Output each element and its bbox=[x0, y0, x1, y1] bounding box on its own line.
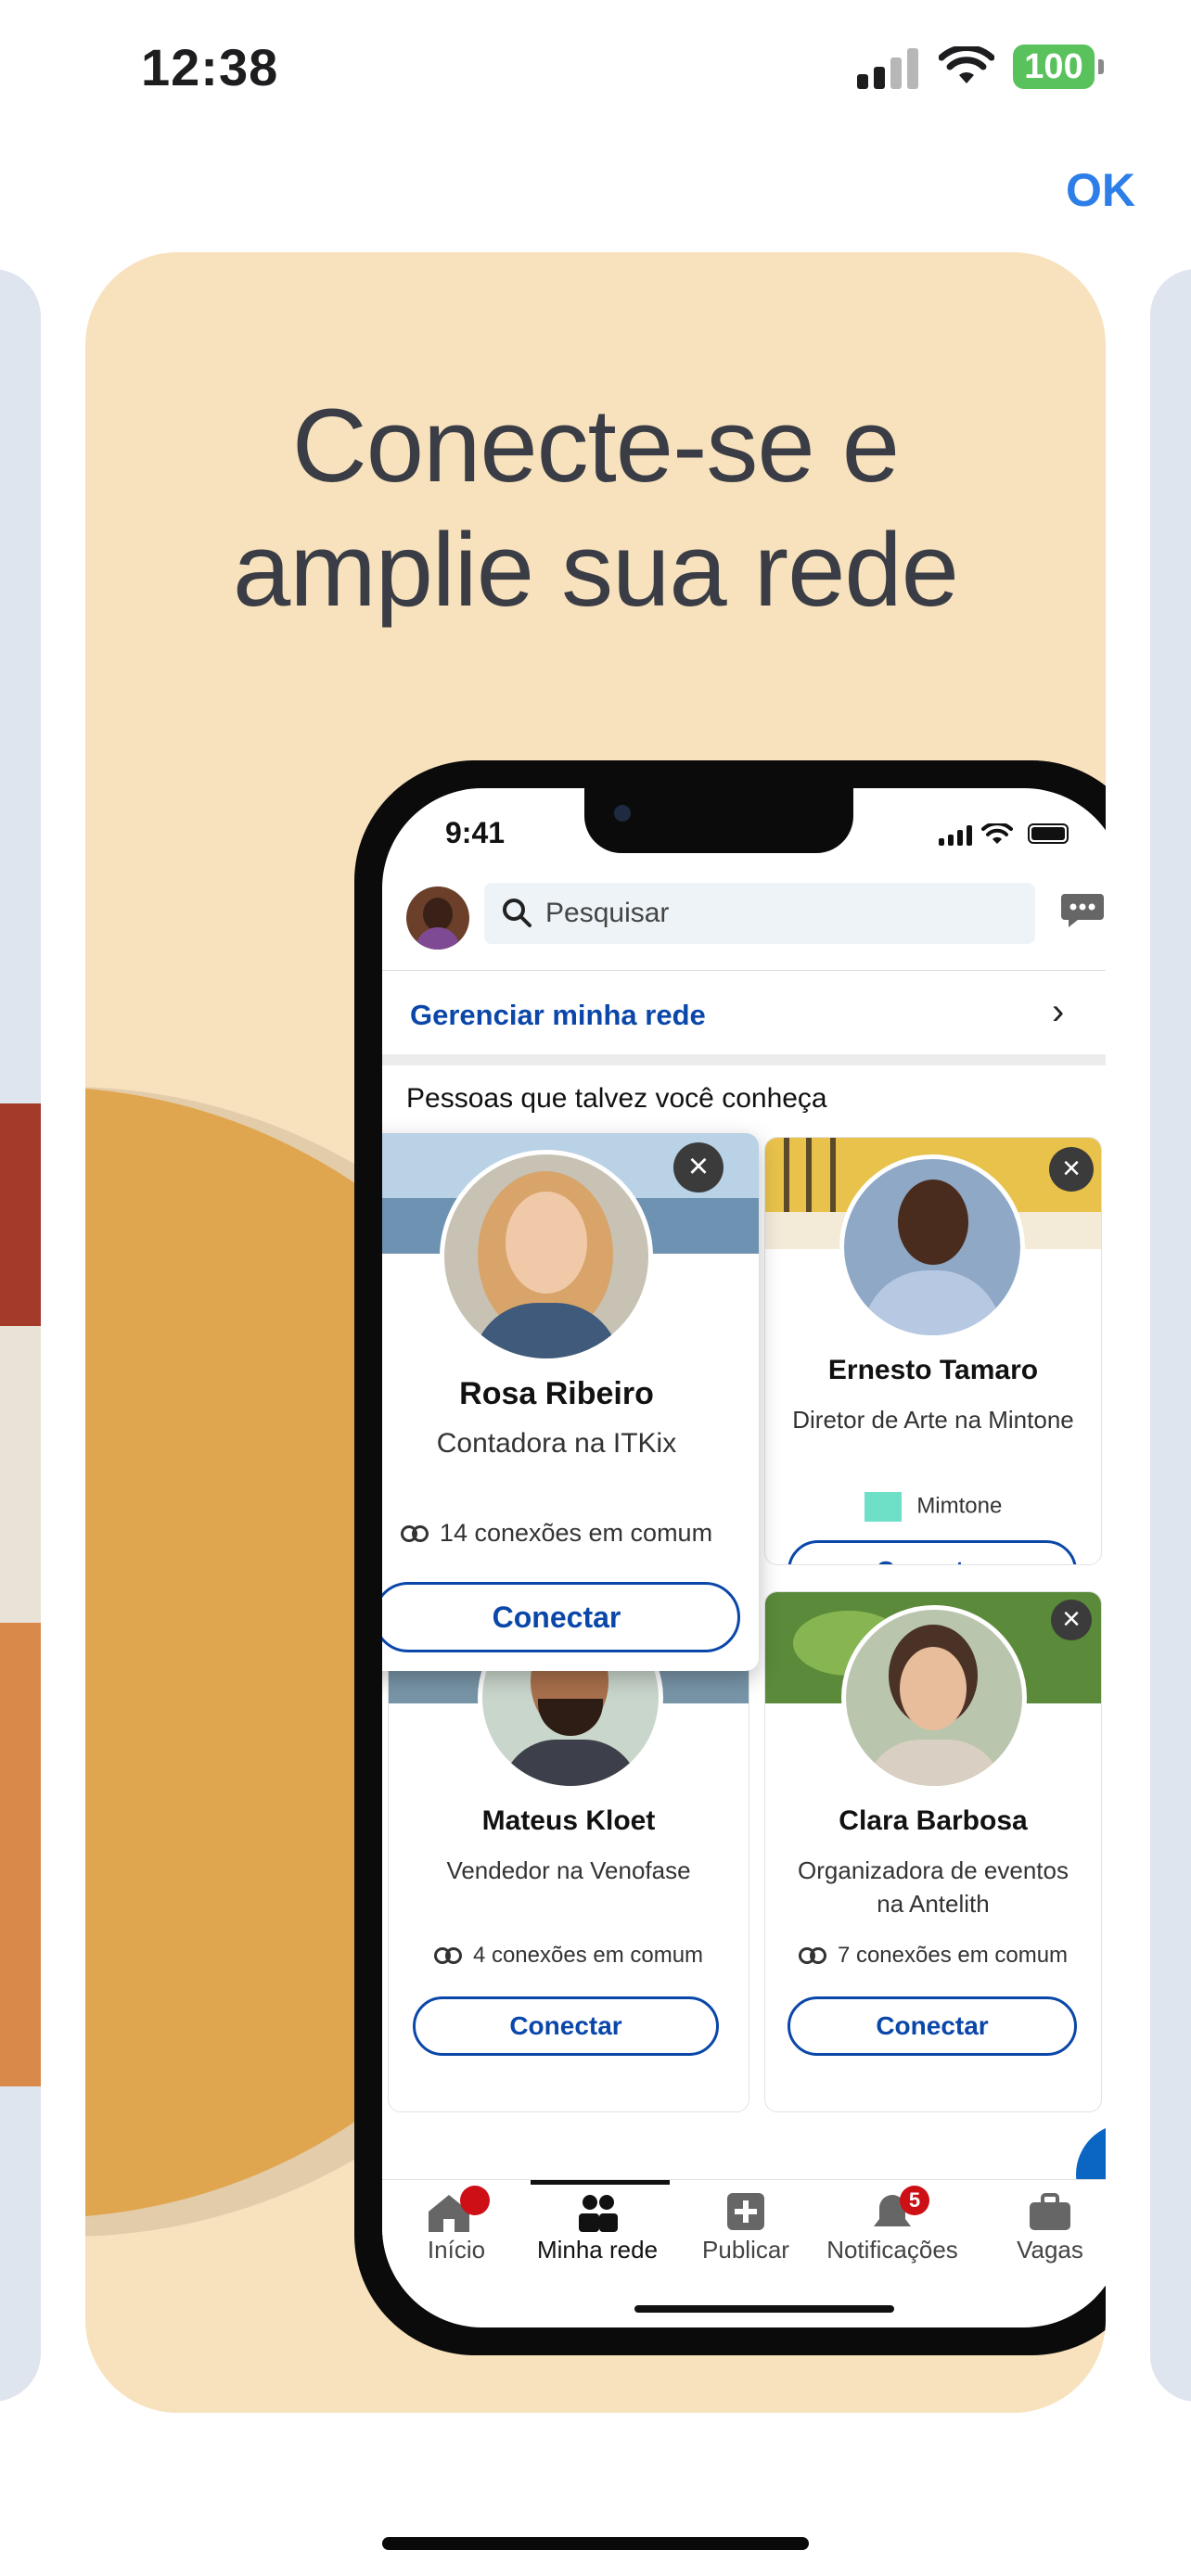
avatar[interactable] bbox=[406, 886, 469, 950]
home-indicator bbox=[382, 2537, 809, 2550]
people-icon bbox=[579, 2195, 618, 2232]
search-placeholder: Pesquisar bbox=[545, 898, 670, 928]
nav-label: Vagas bbox=[1017, 2236, 1083, 2264]
company-logo-icon bbox=[864, 1492, 902, 1522]
person-card[interactable]: × Clara Barbosa Organizadora de eventos … bbox=[764, 1591, 1102, 2112]
mutual-connections: 7 conexões em comum bbox=[765, 1943, 1101, 1969]
wifi-icon bbox=[939, 46, 994, 83]
camera-icon bbox=[614, 805, 631, 822]
previous-slide-peek[interactable] bbox=[0, 269, 41, 2402]
connections-icon bbox=[400, 1524, 432, 1544]
battery-icon: 100 bbox=[1013, 45, 1104, 89]
search-input[interactable]: Pesquisar bbox=[484, 883, 1035, 944]
person-name: Mateus Kloet bbox=[481, 1805, 656, 1836]
mutual-count: 7 conexões em comum bbox=[837, 1943, 1069, 1968]
person-card-highlighted[interactable]: × Rosa Ribeiro Contadora na ITKix 14 con… bbox=[382, 1133, 759, 1671]
person-name: Ernesto Tamaro bbox=[827, 1355, 1039, 1385]
nav-label: Publicar bbox=[702, 2236, 789, 2264]
nav-label: Notificações bbox=[826, 2236, 958, 2264]
phone-notch bbox=[584, 788, 853, 853]
connect-button[interactable]: Conectar bbox=[413, 1996, 719, 2056]
person-role: Diretor de Arte na Mintone bbox=[792, 1406, 1074, 1434]
home-badge bbox=[460, 2186, 490, 2215]
profile-photo bbox=[440, 1150, 653, 1363]
phone-screen: 9:41 Pesquisar Gerenciar minha rede › Pe… bbox=[382, 788, 1106, 2327]
profile-photo bbox=[839, 1154, 1025, 1340]
person-role: Vendedor na Venofase bbox=[446, 1856, 691, 1884]
dismiss-close-icon[interactable]: × bbox=[673, 1142, 724, 1192]
ok-button[interactable]: OK bbox=[1066, 163, 1135, 217]
company-name: Mimtone bbox=[916, 1493, 1003, 1519]
mutual-connections: 14 conexões em comum bbox=[382, 1519, 759, 1548]
connections-icon bbox=[798, 1946, 830, 1966]
nav-label: Minha rede bbox=[536, 2236, 659, 2264]
manage-network-label: Gerenciar minha rede bbox=[410, 999, 706, 1031]
headline-line-1: Conecte-se e bbox=[291, 388, 900, 504]
search-icon bbox=[503, 899, 531, 927]
dismiss-close-icon[interactable]: × bbox=[1049, 1147, 1094, 1192]
person-name: Rosa Ribeiro bbox=[459, 1376, 654, 1411]
section-title: Pessoas que talvez você conheça bbox=[406, 1083, 827, 1114]
next-slide-peek[interactable] bbox=[1150, 269, 1191, 2402]
phone-status-time: 9:41 bbox=[445, 816, 506, 849]
phone-signal-icon bbox=[939, 825, 972, 846]
connect-button[interactable]: Conectar bbox=[788, 1996, 1077, 2056]
promo-headline: Conecte-se e amplie sua rede bbox=[85, 384, 1106, 632]
manage-network-row[interactable]: Gerenciar minha rede › bbox=[382, 970, 1106, 1065]
headline-line-2: amplie sua rede bbox=[233, 512, 959, 628]
briefcase-icon bbox=[1030, 2193, 1070, 2230]
phone-battery-icon bbox=[1028, 823, 1069, 844]
person-role: Organizadora de eventos na Antelith bbox=[798, 1856, 1069, 1918]
person-role: Contadora na ITKix bbox=[436, 1428, 677, 1459]
cellular-signal-icon bbox=[857, 48, 920, 89]
connect-button[interactable]: Conectar bbox=[788, 1540, 1077, 1564]
company-row: Mimtone bbox=[765, 1492, 1101, 1522]
bottom-nav: Início Minha rede Publicar 5 Notificaçõe… bbox=[382, 2179, 1106, 2282]
promo-card: Conecte-se e amplie sua rede 9:41 Pesqui… bbox=[85, 252, 1106, 2413]
notifications-badge: 5 bbox=[900, 2186, 929, 2215]
person-name: Clara Barbosa bbox=[839, 1805, 1028, 1836]
connect-button[interactable]: Conectar bbox=[382, 1582, 740, 1652]
nav-label: Início bbox=[427, 2236, 486, 2264]
status-time: 12:38 bbox=[141, 38, 279, 96]
phone-home-indicator bbox=[634, 2305, 894, 2313]
person-card[interactable]: × Ernesto Tamaro Diretor de Arte na Mint… bbox=[764, 1137, 1102, 1565]
mutual-count: 14 conexões em comum bbox=[439, 1519, 713, 1547]
profile-photo bbox=[841, 1605, 1027, 1791]
connections-icon bbox=[433, 1946, 466, 1966]
mutual-count: 4 conexões em comum bbox=[472, 1943, 704, 1968]
mutual-connections: 4 conexões em comum bbox=[389, 1943, 749, 1969]
dismiss-close-icon[interactable]: × bbox=[1051, 1600, 1092, 1640]
chevron-right-icon: › bbox=[1052, 991, 1065, 1032]
messaging-icon[interactable] bbox=[1059, 890, 1106, 931]
plus-box-icon bbox=[727, 2193, 764, 2230]
phone-wifi-icon bbox=[981, 823, 1013, 844]
